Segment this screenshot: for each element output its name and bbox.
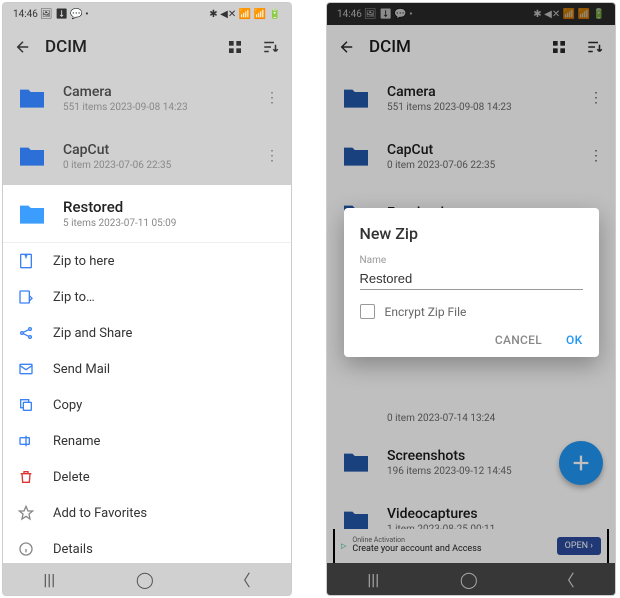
more-icon[interactable]: ⋮ <box>265 148 279 164</box>
nav-recents-icon[interactable]: ||| <box>367 570 379 589</box>
status-bar: 14:46 🖼 ⬇ 💬 • ✱ ◀✕ 📶 📶 🔋 <box>327 3 615 25</box>
menu-zip-to[interactable]: Zip to… <box>3 279 291 315</box>
menu-rename[interactable]: Rename <box>3 423 291 459</box>
trash-icon <box>17 468 35 486</box>
encrypt-label: Encrypt Zip File <box>385 305 467 319</box>
folder-icon <box>15 197 49 231</box>
context-menu: Zip to here Zip to… Zip and Share Send M… <box>3 243 291 563</box>
menu-copy[interactable]: Copy <box>3 387 291 423</box>
folder-row[interactable]: CapCut 0 item2023-07-06 22:35 ⋮ <box>327 127 615 185</box>
new-zip-dialog: New Zip Name Encrypt Zip File CANCEL OK <box>344 208 599 357</box>
page-title: DCIM <box>369 37 537 57</box>
folder-name: CapCut <box>63 142 251 158</box>
app-bar: DCIM <box>327 25 615 69</box>
zip-to-icon <box>17 288 35 306</box>
nav-back-icon[interactable]: 〈 <box>559 567 575 591</box>
folder-icon <box>15 81 49 115</box>
menu-favorite[interactable]: Add to Favorites <box>3 495 291 531</box>
view-grid-icon[interactable] <box>225 37 245 57</box>
dialog-title: New Zip <box>360 224 583 243</box>
rename-icon <box>17 432 35 450</box>
copy-icon <box>17 396 35 414</box>
status-right-icons: ✱ ◀✕ 📶 📶 🔋 <box>533 9 605 20</box>
info-icon <box>17 540 35 558</box>
menu-zip-share[interactable]: Zip and Share <box>3 315 291 351</box>
page-title: DCIM <box>45 37 213 57</box>
folder-name: Camera <box>387 84 575 100</box>
status-bar: 14:46 🖼 ⬇ 💬 • ✱ ◀✕ 📶 📶 🔋 <box>3 3 291 25</box>
encrypt-checkbox[interactable] <box>360 304 375 319</box>
android-nav-bar: ||| ◯ 〈 <box>3 563 291 595</box>
view-grid-icon[interactable] <box>549 37 569 57</box>
star-icon <box>17 504 35 522</box>
android-nav-bar: ||| ◯ 〈 <box>327 563 615 595</box>
back-icon[interactable] <box>337 37 357 57</box>
more-icon[interactable]: ⋮ <box>589 90 603 106</box>
folder-row[interactable]: Camera 551 items2023-09-08 14:23 ⋮ <box>327 69 615 127</box>
phone-screenshot-left: 14:46 🖼 ⬇ 💬 • ✱ ◀✕ 📶 📶 🔋 DCIM <box>2 2 292 596</box>
menu-delete[interactable]: Delete <box>3 459 291 495</box>
status-notif-icons: 🖼 ⬇ 💬 • <box>364 9 413 20</box>
folder-icon <box>339 81 373 115</box>
sort-icon[interactable] <box>261 37 281 57</box>
selected-folder-header: Restored 5 items2023-07-11 05:09 <box>3 185 291 243</box>
folder-icon <box>339 445 373 479</box>
more-icon[interactable]: ⋮ <box>589 148 603 164</box>
folder-row[interactable]: CapCut 0 item2023-07-06 22:35 ⋮ <box>3 127 291 185</box>
folder-name: Camera <box>63 84 251 100</box>
status-time: 14:46 <box>13 9 38 20</box>
zip-icon <box>17 252 35 270</box>
sort-icon[interactable] <box>585 37 605 57</box>
more-icon[interactable]: ⋮ <box>265 90 279 106</box>
ok-button[interactable]: OK <box>566 333 582 347</box>
folder-row[interactable]: Camera 551 items2023-09-08 14:23 ⋮ <box>3 69 291 127</box>
nav-home-icon[interactable]: ◯ <box>460 570 478 589</box>
folder-row[interactable]: 0 item2023-07-14 13:24 <box>327 401 615 433</box>
phone-screenshot-right: 14:46 🖼 ⬇ 💬 • ✱ ◀✕ 📶 📶 🔋 DCIM Cam <box>326 2 616 596</box>
folder-name: CapCut <box>387 142 575 158</box>
cancel-button[interactable]: CANCEL <box>495 333 542 347</box>
back-icon[interactable] <box>13 37 33 57</box>
menu-send-mail[interactable]: Send Mail <box>3 351 291 387</box>
zip-name-input[interactable] <box>360 268 583 290</box>
folder-icon <box>339 139 373 173</box>
status-notif-icons: 🖼 ⬇ 💬 • <box>40 9 89 20</box>
menu-details[interactable]: Details <box>3 531 291 563</box>
status-time: 14:46 <box>337 9 362 20</box>
fab-add-button[interactable] <box>559 441 603 485</box>
status-right-icons: ✱ ◀✕ 📶 📶 🔋 <box>209 9 281 20</box>
share-icon <box>17 324 35 342</box>
folder-name: Videocaptures <box>387 506 603 522</box>
dialog-name-label: Name <box>360 255 583 266</box>
menu-zip-here[interactable]: Zip to here <box>3 243 291 279</box>
nav-back-icon[interactable]: 〈 <box>235 567 251 591</box>
ad-banner[interactable]: ▷ Online Activation Create your account … <box>327 529 615 563</box>
folder-icon <box>15 139 49 173</box>
app-bar: DCIM <box>3 25 291 69</box>
selected-folder-name: Restored <box>63 198 279 216</box>
mail-icon <box>17 360 35 378</box>
nav-recents-icon[interactable]: ||| <box>43 570 55 589</box>
nav-home-icon[interactable]: ◯ <box>136 570 154 589</box>
ad-open-button[interactable]: OPEN › <box>557 537 601 555</box>
